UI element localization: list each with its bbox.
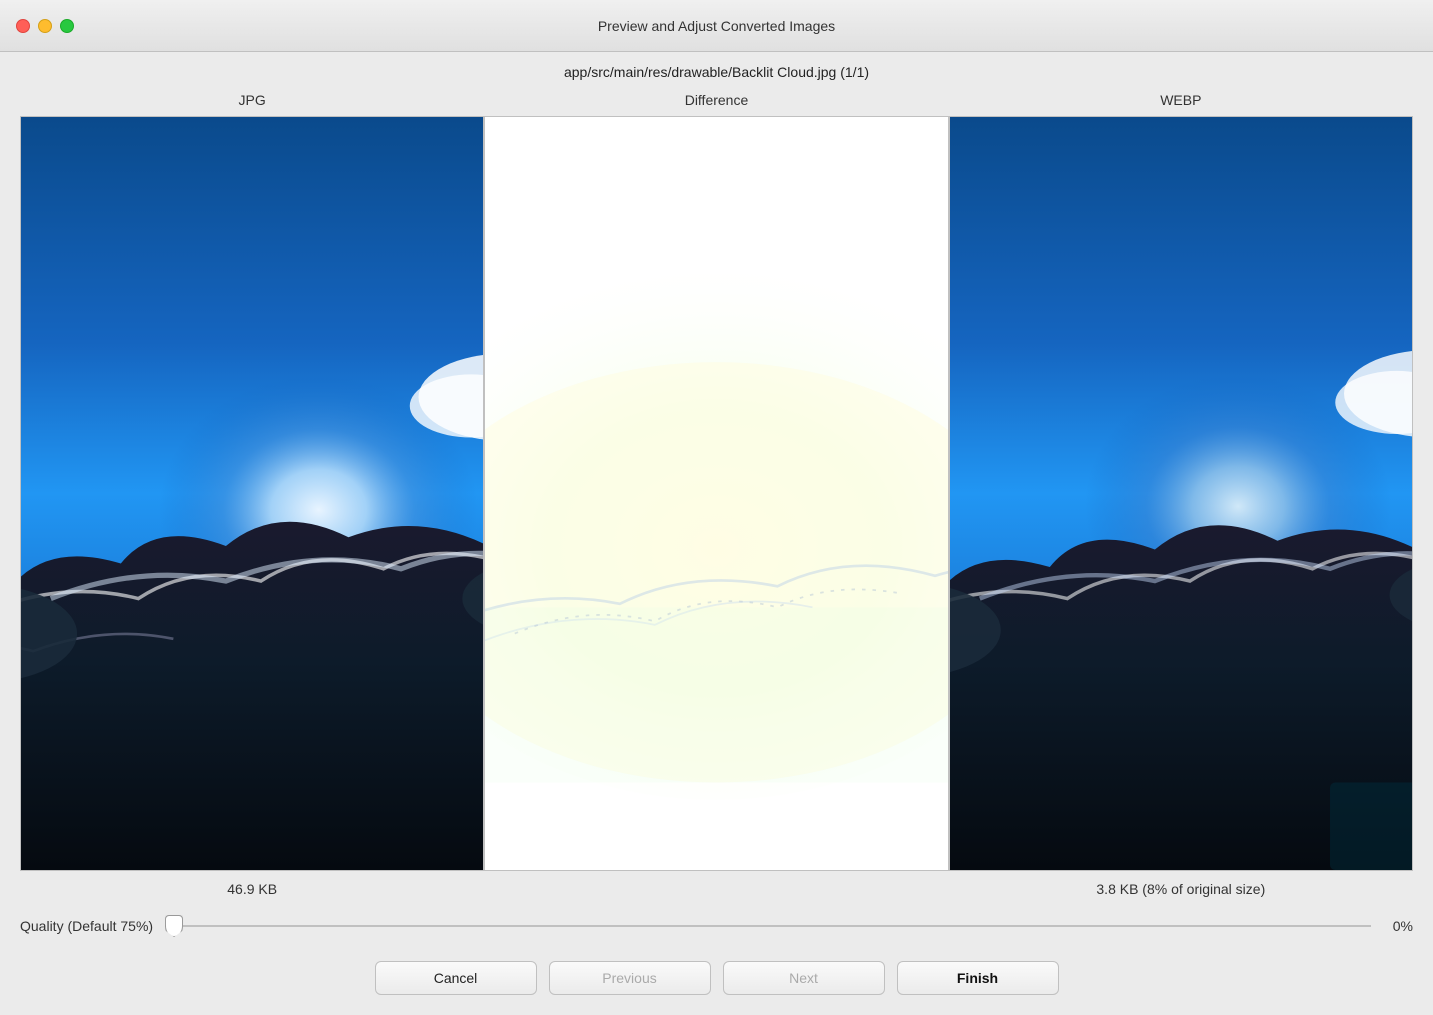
jpg-panel	[21, 117, 484, 870]
quality-percent: 0%	[1383, 918, 1413, 934]
quality-slider-container	[165, 911, 1371, 941]
col-header-jpg: JPG	[20, 88, 484, 116]
previous-button[interactable]: Previous	[549, 961, 711, 995]
diff-panel	[484, 117, 948, 870]
panels-container	[20, 116, 1413, 871]
filepath: app/src/main/res/drawable/Backlit Cloud.…	[0, 52, 1433, 88]
quality-row: Quality (Default 75%) 0%	[20, 911, 1413, 941]
webp-image	[950, 117, 1412, 870]
jpg-size: 46.9 KB	[20, 881, 484, 897]
col-header-diff: Difference	[484, 88, 948, 116]
diff-size	[484, 881, 948, 897]
close-button[interactable]	[16, 19, 30, 33]
column-headers: JPG Difference WEBP	[0, 88, 1433, 116]
col-header-webp: WEBP	[949, 88, 1413, 116]
window-title: Preview and Adjust Converted Images	[598, 18, 835, 34]
title-bar: Preview and Adjust Converted Images	[0, 0, 1433, 52]
diff-image	[485, 117, 947, 870]
webp-panel	[949, 117, 1412, 870]
window-controls	[16, 19, 74, 33]
webp-size: 3.8 KB (8% of original size)	[949, 881, 1413, 897]
minimize-button[interactable]	[38, 19, 52, 33]
cancel-button[interactable]: Cancel	[375, 961, 537, 995]
quality-slider[interactable]	[165, 925, 1371, 927]
main-content: app/src/main/res/drawable/Backlit Cloud.…	[0, 52, 1433, 1015]
maximize-button[interactable]	[60, 19, 74, 33]
finish-button[interactable]: Finish	[897, 961, 1059, 995]
next-button[interactable]: Next	[723, 961, 885, 995]
quality-label: Quality (Default 75%)	[20, 918, 153, 934]
button-row: Cancel Previous Next Finish	[0, 949, 1433, 1015]
jpg-image	[21, 117, 483, 870]
size-row: 46.9 KB 3.8 KB (8% of original size)	[20, 871, 1413, 907]
